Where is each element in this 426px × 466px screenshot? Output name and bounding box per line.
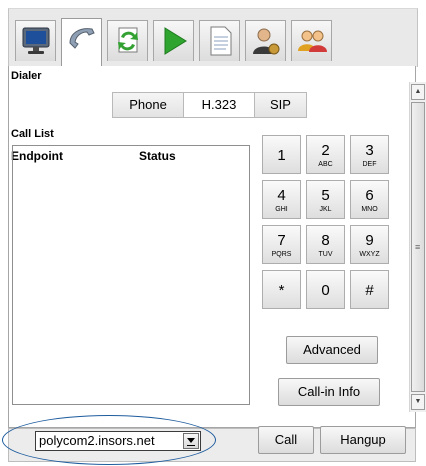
key-6[interactable]: 6 MNO	[350, 180, 389, 219]
tab-users[interactable]	[291, 20, 332, 61]
endpoint-select-value: polycom2.insors.net	[39, 433, 155, 448]
scroll-down-icon[interactable]: ▼	[411, 394, 425, 410]
mode-phone[interactable]: Phone	[113, 93, 184, 117]
hangup-button[interactable]: Hangup	[320, 426, 406, 454]
call-in-info-button[interactable]: Call-in Info	[278, 378, 380, 406]
advanced-button[interactable]: Advanced	[286, 336, 378, 364]
mode-selector: Phone H.323 SIP	[112, 92, 307, 118]
key-star[interactable]: *	[262, 270, 301, 309]
document-icon	[210, 26, 232, 56]
key-0[interactable]: 0	[306, 270, 345, 309]
tab-monitor[interactable]	[15, 20, 56, 61]
mode-h323[interactable]: H.323	[184, 93, 255, 117]
scroll-up-icon[interactable]: ▲	[411, 84, 425, 100]
mode-sip[interactable]: SIP	[255, 93, 306, 117]
key-1[interactable]: 1	[262, 135, 301, 174]
key-8[interactable]: 8 TUV	[306, 225, 345, 264]
tab-document[interactable]	[199, 20, 240, 61]
phone-handset-icon	[69, 28, 95, 49]
tab-refresh[interactable]	[107, 20, 148, 61]
tab-play[interactable]	[153, 20, 194, 61]
key-3[interactable]: 3 DEF	[350, 135, 389, 174]
key-5[interactable]: 5 JKL	[306, 180, 345, 219]
call-button[interactable]: Call	[258, 426, 314, 454]
tab-user-settings[interactable]	[245, 20, 286, 61]
grip-icon: ≡	[415, 242, 421, 252]
key-9[interactable]: 9 WXYZ	[350, 225, 389, 264]
key-2[interactable]: 2 ABC	[306, 135, 345, 174]
tab-phone[interactable]	[61, 18, 102, 68]
dialer-title: Dialer	[11, 70, 42, 82]
play-icon	[164, 27, 187, 55]
vertical-scrollbar[interactable]: ▲ ≡ ▼	[409, 82, 426, 412]
call-list-title: Call List	[11, 128, 54, 140]
toolbar	[8, 8, 418, 68]
refresh-document-icon	[118, 27, 138, 53]
chevron-down-icon[interactable]	[183, 433, 199, 449]
user-settings-icon	[253, 28, 280, 55]
key-7[interactable]: 7 PQRS	[262, 225, 301, 264]
scroll-thumb[interactable]: ≡	[411, 102, 425, 392]
monitor-icon	[22, 27, 50, 54]
endpoint-select[interactable]: polycom2.insors.net	[35, 431, 201, 451]
key-hash[interactable]: #	[350, 270, 389, 309]
users-icon	[298, 30, 327, 52]
call-list[interactable]	[12, 145, 250, 405]
key-4[interactable]: 4 GHI	[262, 180, 301, 219]
